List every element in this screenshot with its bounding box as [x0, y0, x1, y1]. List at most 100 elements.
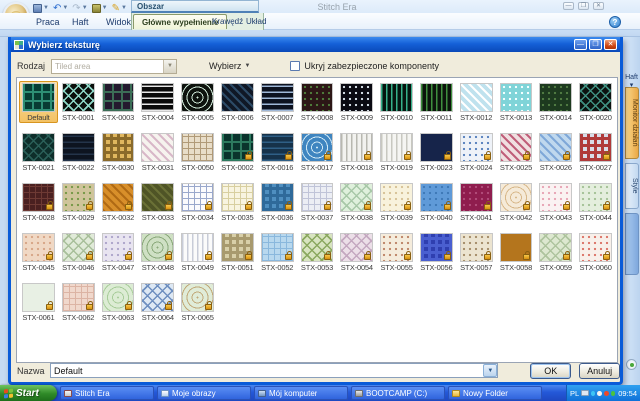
- texture-item[interactable]: STX-0038: [337, 181, 376, 223]
- texture-item[interactable]: STX-0049: [178, 231, 217, 273]
- wybierz-dropdown-button[interactable]: Wybierz ▼: [205, 59, 254, 73]
- texture-item[interactable]: STX-0005: [178, 81, 217, 123]
- texture-item[interactable]: STX-0033: [138, 181, 177, 223]
- texture-item[interactable]: STX-0009: [337, 81, 376, 123]
- texture-item[interactable]: STX-0001: [59, 81, 98, 123]
- texture-item[interactable]: STX-0019: [377, 131, 416, 173]
- restore-button[interactable]: ❐: [578, 2, 589, 10]
- texture-item[interactable]: STX-0036: [258, 181, 297, 223]
- texture-item[interactable]: STX-0029: [59, 181, 98, 223]
- texture-item[interactable]: STX-0004: [138, 81, 177, 123]
- texture-item[interactable]: STX-0028: [19, 181, 58, 223]
- texture-item[interactable]: STX-0037: [298, 181, 337, 223]
- close-button[interactable]: ✕: [593, 2, 604, 10]
- texture-item[interactable]: STX-0053: [298, 231, 337, 273]
- texture-item[interactable]: STX-0011: [417, 81, 456, 123]
- texture-item[interactable]: STX-0039: [377, 181, 416, 223]
- texture-item[interactable]: STX-0031: [138, 131, 177, 173]
- nazwa-combobox[interactable]: Default ▼: [50, 363, 498, 378]
- texture-item[interactable]: STX-0024: [457, 131, 496, 173]
- texture-item[interactable]: STX-0002: [218, 131, 257, 173]
- vertical-scroll-tab[interactable]: [625, 213, 639, 275]
- keyboard-icon[interactable]: [581, 390, 589, 396]
- texture-item[interactable]: STX-0027: [576, 131, 615, 173]
- texture-item[interactable]: STX-0034: [178, 181, 217, 223]
- texture-item[interactable]: STX-0022: [59, 131, 98, 173]
- ok-button[interactable]: OK: [530, 363, 571, 379]
- texture-item[interactable]: STX-0021: [19, 131, 58, 173]
- texture-item[interactable]: STX-0016: [258, 131, 297, 173]
- cancel-button[interactable]: Anuluj: [579, 363, 620, 379]
- texture-item[interactable]: STX-0014: [536, 81, 575, 123]
- texture-item[interactable]: STX-0025: [497, 131, 536, 173]
- texture-item[interactable]: STX-0030: [99, 131, 138, 173]
- vertical-tab-style[interactable]: Style: [625, 163, 639, 209]
- texture-item[interactable]: STX-0061: [19, 281, 58, 323]
- tray-icon[interactable]: [611, 391, 616, 396]
- dialog-minimize-button[interactable]: —: [574, 39, 587, 50]
- texture-item[interactable]: STX-0063: [99, 281, 138, 323]
- tab-haft[interactable]: Haft: [64, 14, 97, 29]
- texture-item[interactable]: STX-0056: [417, 231, 456, 273]
- texture-item[interactable]: STX-0003: [99, 81, 138, 123]
- texture-item[interactable]: STX-0060: [576, 231, 615, 273]
- texture-item[interactable]: STX-0052: [258, 231, 297, 273]
- save-button[interactable]: ▼: [33, 4, 49, 13]
- texture-item[interactable]: STX-0065: [178, 281, 217, 323]
- tab-uklad[interactable]: Układ: [238, 14, 274, 29]
- texture-item[interactable]: STX-0044: [576, 181, 615, 223]
- taskbar-button[interactable]: Mój komputer: [254, 386, 348, 400]
- undo-button[interactable]: ↶▼: [53, 4, 68, 13]
- texture-item[interactable]: STX-0047: [99, 231, 138, 273]
- texture-item[interactable]: STX-0012: [457, 81, 496, 123]
- texture-item[interactable]: Default: [19, 81, 58, 123]
- taskbar-button[interactable]: Stitch Era: [60, 386, 154, 400]
- texture-item[interactable]: STX-0013: [497, 81, 536, 123]
- texture-item[interactable]: STX-0051: [218, 231, 257, 273]
- texture-item[interactable]: STX-0020: [576, 81, 615, 123]
- texture-item[interactable]: STX-0008: [298, 81, 337, 123]
- texture-item[interactable]: STX-0007: [258, 81, 297, 123]
- texture-item[interactable]: STX-0042: [497, 181, 536, 223]
- dialog-titlebar[interactable]: Wybierz teksturę — ❐ ✕: [11, 37, 620, 52]
- texture-item[interactable]: STX-0018: [337, 131, 376, 173]
- language-indicator[interactable]: PL: [570, 389, 579, 398]
- texture-item[interactable]: STX-0035: [218, 181, 257, 223]
- texture-item[interactable]: STX-0064: [138, 281, 177, 323]
- texture-item[interactable]: STX-0017: [298, 131, 337, 173]
- texture-item[interactable]: STX-0058: [497, 231, 536, 273]
- texture-item[interactable]: STX-0050: [178, 131, 217, 173]
- texture-item[interactable]: STX-0054: [337, 231, 376, 273]
- minimize-button[interactable]: —: [563, 2, 574, 10]
- tray-icon[interactable]: [591, 391, 596, 396]
- texture-item[interactable]: STX-0023: [417, 131, 456, 173]
- taskbar-button[interactable]: Moje obrazy: [157, 386, 251, 400]
- vertical-tab-monitor-dzialan[interactable]: Monitor działań: [625, 87, 639, 159]
- rodzaj-combobox[interactable]: Tiled area ▼: [51, 59, 177, 74]
- texture-item[interactable]: STX-0046: [59, 231, 98, 273]
- texture-item[interactable]: STX-0045: [19, 231, 58, 273]
- tray-icon[interactable]: [597, 391, 602, 396]
- start-button[interactable]: Start: [0, 385, 57, 401]
- tab-praca[interactable]: Praca: [28, 14, 68, 29]
- texture-item[interactable]: STX-0006: [218, 81, 257, 123]
- texture-item[interactable]: STX-0041: [457, 181, 496, 223]
- hide-protected-checkbox[interactable]: [290, 61, 300, 71]
- open-button[interactable]: ▼: [92, 4, 108, 13]
- redo-button[interactable]: ↷▼: [72, 4, 87, 13]
- dialog-close-button[interactable]: ✕: [604, 39, 617, 50]
- texture-item[interactable]: STX-0043: [536, 181, 575, 223]
- tray-icon[interactable]: [604, 391, 609, 396]
- texture-item[interactable]: STX-0057: [457, 231, 496, 273]
- texture-item[interactable]: STX-0032: [99, 181, 138, 223]
- edit-button[interactable]: ✎▼: [112, 4, 127, 13]
- taskbar-button[interactable]: BOOTCAMP (C:): [351, 386, 445, 400]
- texture-item[interactable]: STX-0048: [138, 231, 177, 273]
- texture-item[interactable]: STX-0062: [59, 281, 98, 323]
- texture-item[interactable]: STX-0055: [377, 231, 416, 273]
- texture-item[interactable]: STX-0010: [377, 81, 416, 123]
- taskbar-button[interactable]: Nowy Folder: [448, 386, 542, 400]
- texture-item[interactable]: STX-0026: [536, 131, 575, 173]
- dialog-maximize-button[interactable]: ❐: [589, 39, 602, 50]
- texture-item[interactable]: STX-0040: [417, 181, 456, 223]
